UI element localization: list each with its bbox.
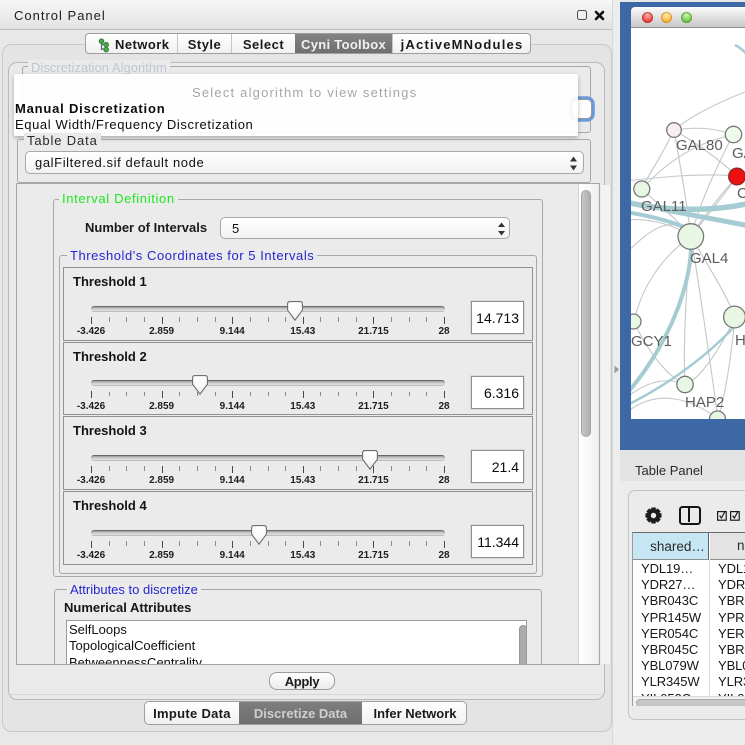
svg-text:GAL80: GAL80 <box>676 137 723 154</box>
svg-text:GAL11: GAL11 <box>641 198 687 215</box>
svg-text:GA: GA <box>732 145 745 162</box>
svg-text:C: C <box>737 185 745 202</box>
svg-text:HAP2: HAP2 <box>685 394 724 411</box>
svg-text:GCY1: GCY1 <box>631 333 672 350</box>
svg-text:H: H <box>735 332 745 349</box>
svg-text:GAL4: GAL4 <box>690 250 728 267</box>
